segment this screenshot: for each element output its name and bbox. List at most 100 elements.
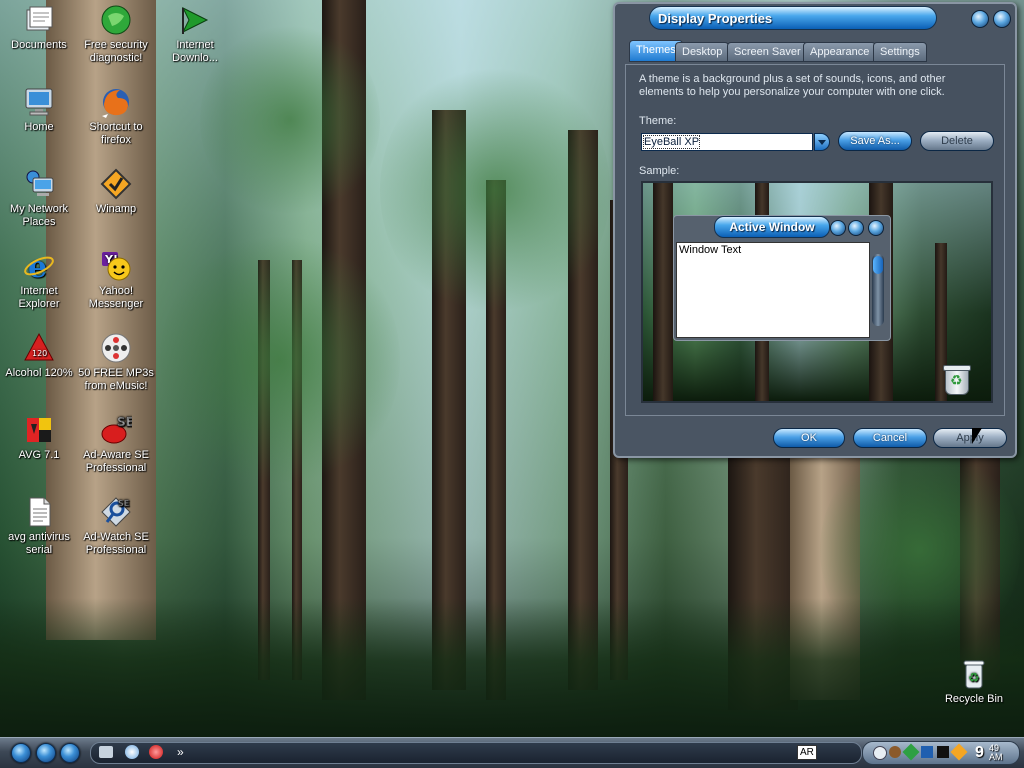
desktop-icon-security-diagnostic[interactable]: Free security diagnostic! bbox=[77, 4, 155, 65]
desktop-icon-label: Internet Downlo... bbox=[172, 39, 218, 64]
foliage bbox=[160, 230, 400, 490]
desktop-icon-label: avg antivirus serial bbox=[8, 531, 70, 556]
theme-sample-preview: Active Window Window Text bbox=[641, 181, 993, 403]
desktop-icon-adaware[interactable]: SE Ad-Aware SE Professional bbox=[77, 414, 155, 475]
tray-icon[interactable] bbox=[902, 743, 920, 761]
adwatch-icon: SE bbox=[100, 496, 132, 528]
tab-appearance[interactable]: Appearance bbox=[803, 42, 877, 62]
theme-description: A theme is a background plus a set of so… bbox=[639, 73, 946, 98]
desktop-icon-winamp[interactable]: Winamp bbox=[77, 168, 155, 216]
save-as-button[interactable]: Save As... bbox=[838, 131, 912, 151]
theme-dropdown-button[interactable] bbox=[814, 133, 830, 151]
taskbar: » AR 9 49 AM bbox=[0, 737, 1024, 768]
foliage bbox=[380, 60, 610, 320]
sample-minimize-icon bbox=[830, 220, 846, 236]
desktop-icon-internet-download[interactable]: Internet Downlo... bbox=[156, 4, 234, 65]
help-button[interactable] bbox=[971, 10, 989, 28]
security-globe-icon bbox=[100, 4, 132, 36]
quick-launch-bar: » AR bbox=[90, 742, 862, 764]
start-orb-icon[interactable] bbox=[60, 743, 80, 763]
svg-text:SE: SE bbox=[118, 499, 129, 508]
desktop-icon-documents[interactable]: Documents bbox=[0, 4, 78, 52]
sample-scroll-thumb bbox=[873, 256, 883, 274]
desktop-icon-yahoo-messenger[interactable]: Y! Yahoo! Messenger bbox=[77, 250, 155, 311]
recycle-bin-icon: ♻ bbox=[958, 658, 990, 690]
apply-button[interactable]: Apply bbox=[933, 428, 1007, 448]
desktop-icon-recycle-bin[interactable]: ♻ Recycle Bin bbox=[935, 658, 1013, 706]
window-title[interactable]: Display Properties bbox=[649, 6, 937, 30]
svg-text:♻: ♻ bbox=[968, 670, 980, 685]
tray-icon[interactable] bbox=[950, 743, 968, 761]
desktop-icon-emusic[interactable]: 50 FREE MP3s from eMusic! bbox=[77, 332, 155, 393]
tray-icon[interactable] bbox=[921, 746, 933, 758]
tab-settings[interactable]: Settings bbox=[873, 42, 927, 62]
desktop-icon-label: Home bbox=[24, 121, 54, 133]
desktop-icon-label: My Network Places bbox=[9, 203, 69, 228]
desktop-icon-adwatch[interactable]: SE Ad-Watch SE Professional bbox=[77, 496, 155, 557]
tray-icon[interactable] bbox=[873, 746, 887, 760]
desktop-icon-label: Ad-Watch SE Professional bbox=[83, 531, 149, 556]
desktop-icon-home[interactable]: Home bbox=[0, 86, 78, 134]
tray-icon[interactable] bbox=[937, 746, 949, 758]
language-indicator[interactable]: AR bbox=[797, 745, 817, 760]
monitor-icon bbox=[23, 86, 55, 118]
winamp-icon bbox=[100, 168, 132, 200]
desktop-icon-label: Recycle Bin bbox=[944, 693, 1004, 705]
clock-ampm[interactable]: AM bbox=[989, 752, 1003, 762]
desktop-icon-network[interactable]: My Network Places bbox=[0, 168, 78, 229]
quick-launch-overflow[interactable]: » bbox=[177, 745, 184, 759]
svg-text:e: e bbox=[28, 250, 47, 282]
desktop-icon-label: AVG 7.1 bbox=[18, 449, 60, 461]
download-arrow-icon bbox=[179, 4, 211, 36]
internet-explorer-icon[interactable] bbox=[125, 745, 139, 759]
sample-window-title: Active Window bbox=[714, 216, 830, 238]
desktop-icon-label: Documents bbox=[11, 39, 67, 51]
sample-active-window: Active Window Window Text bbox=[673, 215, 891, 341]
forest-floor bbox=[0, 598, 1024, 738]
desktop-icon-label: Alcohol 120% bbox=[5, 367, 73, 379]
media-player-icon[interactable] bbox=[149, 745, 163, 759]
desktop-icon-label: Shortcut to firefox bbox=[89, 121, 143, 146]
desktop-icon-firefox[interactable]: Shortcut to firefox bbox=[77, 86, 155, 147]
network-icon bbox=[23, 168, 55, 200]
firefox-icon bbox=[100, 86, 132, 118]
desktop-icon-avg-serial[interactable]: avg antivirus serial bbox=[0, 496, 78, 557]
start-orb-icon[interactable] bbox=[11, 743, 31, 763]
alcohol-icon: 120 bbox=[23, 332, 55, 364]
desktop-icon-label: Free security diagnostic! bbox=[84, 39, 148, 64]
text-file-icon bbox=[23, 496, 55, 528]
sample-scrollbar bbox=[872, 254, 884, 326]
desktop-icon-label: Internet Explorer bbox=[18, 285, 60, 310]
theme-select[interactable]: EyeBall XP bbox=[641, 133, 813, 151]
desktop-icon-avg[interactable]: AVG 7.1 bbox=[0, 414, 78, 462]
delete-button[interactable]: Delete bbox=[920, 131, 994, 151]
theme-select-value: EyeBall XP bbox=[642, 135, 701, 149]
show-desktop-icon[interactable] bbox=[99, 746, 113, 758]
tab-screen-saver[interactable]: Screen Saver bbox=[727, 42, 808, 62]
themes-panel: A theme is a background plus a set of so… bbox=[625, 64, 1005, 416]
desktop-icon-label: Winamp bbox=[95, 203, 137, 215]
clock-hour[interactable]: 9 bbox=[975, 744, 984, 762]
yahoo-messenger-icon: Y! bbox=[100, 250, 132, 282]
ok-button[interactable]: OK bbox=[773, 428, 845, 448]
sample-label: Sample: bbox=[639, 165, 680, 177]
svg-text:120: 120 bbox=[32, 349, 47, 358]
system-tray: 9 49 AM bbox=[862, 741, 1020, 765]
desktop-icon-label: 50 FREE MP3s from eMusic! bbox=[78, 367, 154, 392]
tree-trunk bbox=[653, 183, 673, 401]
avg-icon bbox=[23, 414, 55, 446]
desktop-icon-internet-explorer[interactable]: e Internet Explorer bbox=[0, 250, 78, 311]
tab-desktop[interactable]: Desktop bbox=[675, 42, 730, 62]
tray-icon[interactable] bbox=[889, 746, 901, 758]
sample-close-icon bbox=[868, 220, 884, 236]
sample-maximize-icon bbox=[848, 220, 864, 236]
svg-text:SE: SE bbox=[117, 415, 132, 429]
desktop-icon-alcohol[interactable]: 120 Alcohol 120% bbox=[0, 332, 78, 380]
cancel-button[interactable]: Cancel bbox=[853, 428, 927, 448]
close-button[interactable] bbox=[993, 10, 1011, 28]
emusic-icon bbox=[100, 332, 132, 364]
mouse-cursor-icon bbox=[972, 428, 982, 444]
start-orb-icon[interactable] bbox=[36, 743, 56, 763]
sample-recycle-bin-icon bbox=[943, 365, 971, 395]
chevron-down-icon bbox=[818, 140, 826, 145]
